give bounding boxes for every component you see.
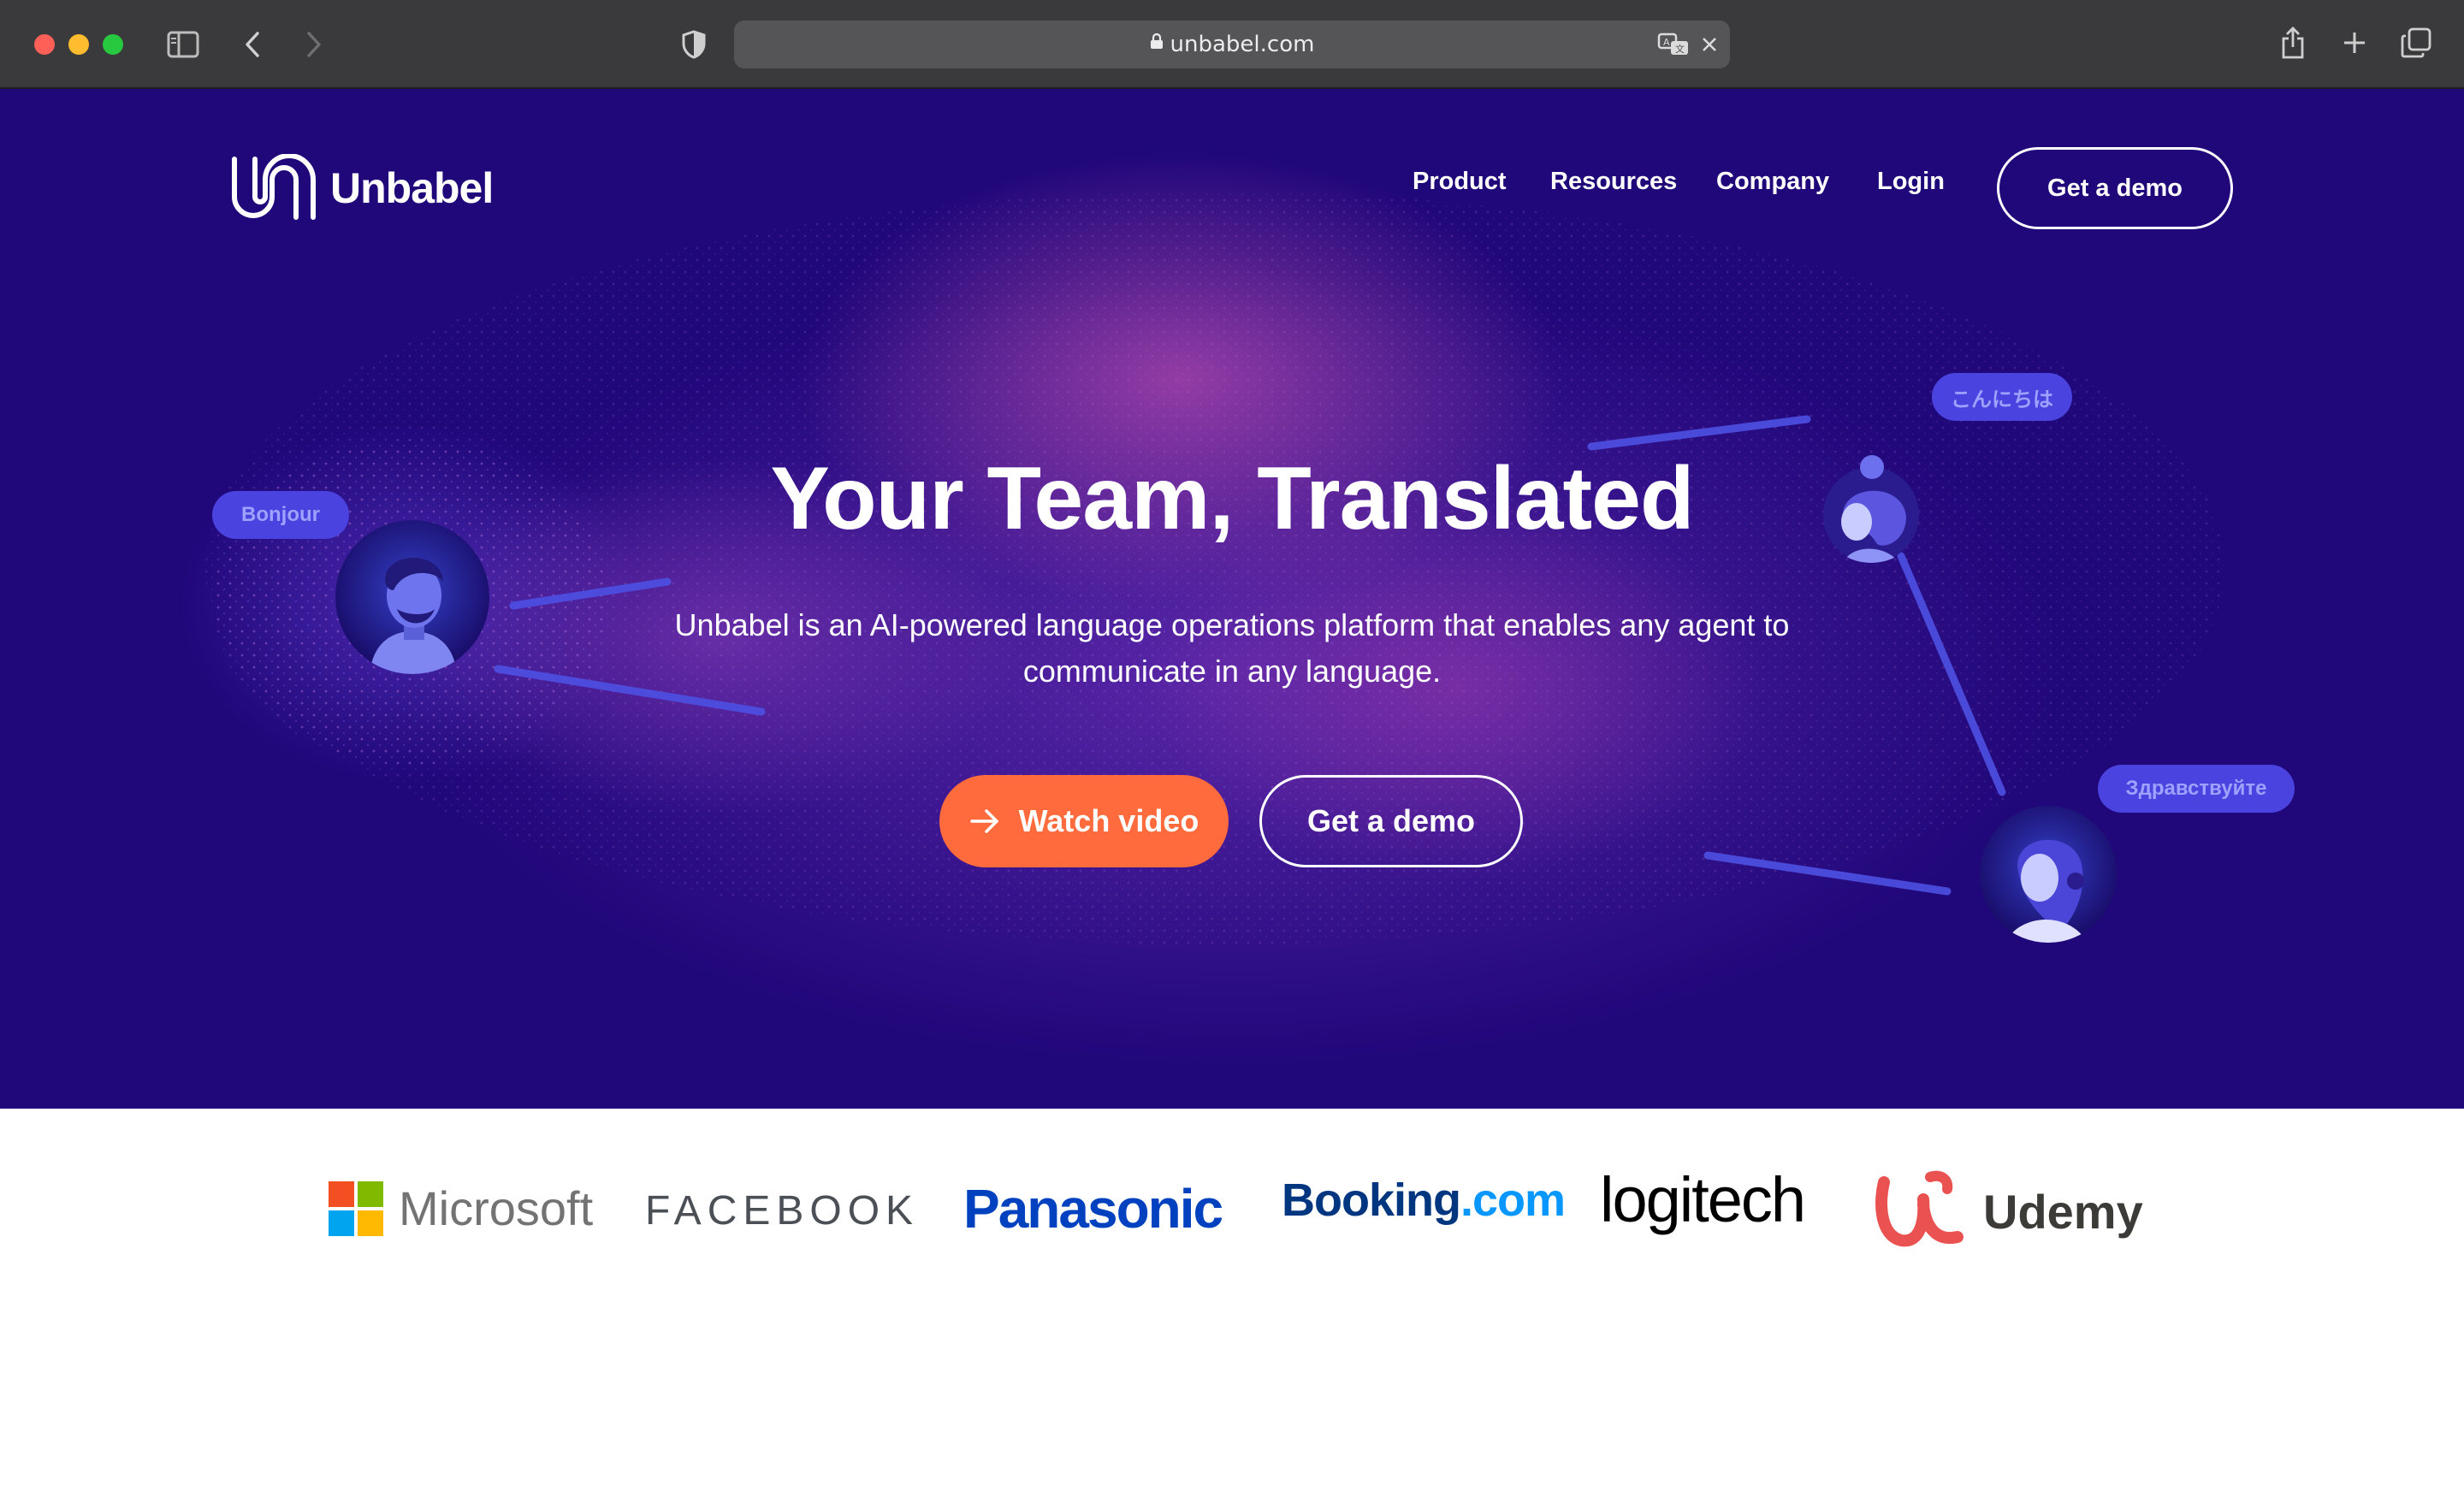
logo-text: Unbabel xyxy=(330,164,494,212)
forward-arrow-icon[interactable] xyxy=(301,27,327,62)
microsoft-wordmark: Microsoft xyxy=(399,1181,594,1235)
nav-product[interactable]: Product xyxy=(1413,168,1507,196)
sidebar-toggle-icon[interactable] xyxy=(166,27,200,62)
client-logos: Microsoft FACEBOOK Panasonic Booking .com… xyxy=(0,1109,2464,1247)
get-demo-button[interactable]: Get a demo xyxy=(1259,775,1523,867)
agent-avatar-woman-top xyxy=(1817,455,1925,563)
new-tab-icon[interactable] xyxy=(2339,27,2370,58)
facebook-logo: FACEBOOK xyxy=(645,1187,919,1234)
udemy-wordmark: Udemy xyxy=(1983,1184,2143,1239)
greeting-tag-russian: Здравствуйте xyxy=(2098,765,2295,813)
hero-subtitle-line2: communicate in any language. xyxy=(1022,654,1442,689)
nav-get-demo-button[interactable]: Get a demo xyxy=(1997,147,2233,229)
microsoft-grid-icon xyxy=(329,1180,383,1236)
url-text: unbabel.com xyxy=(1170,32,1315,57)
unbabel-logo-mark xyxy=(232,154,316,220)
greeting-tag-bonjour: Bonjour xyxy=(212,491,349,539)
nav-login[interactable]: Login xyxy=(1877,168,1945,196)
arrow-right-icon xyxy=(969,809,998,833)
minimize-window-button[interactable] xyxy=(68,34,89,55)
close-window-button[interactable] xyxy=(34,34,55,55)
woman-headset-illustration xyxy=(2005,839,2088,943)
browser-toolbar: unbabel.com A文 xyxy=(0,0,2464,89)
watch-video-button[interactable]: Watch video xyxy=(939,775,1229,867)
booking-logo: Booking .com xyxy=(1282,1174,1566,1227)
nav-resources[interactable]: Resources xyxy=(1550,168,1677,196)
agent-avatar-man xyxy=(335,520,489,674)
lock-icon xyxy=(1150,19,1164,67)
man-illustration xyxy=(370,558,457,674)
hero-subtitle-line1: Unbabel is an AI-powered language operat… xyxy=(674,607,1790,642)
svg-text:A: A xyxy=(1663,37,1670,48)
facebook-wordmark: FACEBOOK xyxy=(645,1188,920,1234)
nav-company[interactable]: Company xyxy=(1716,168,1829,196)
agent-avatar-woman-bottom xyxy=(1980,806,2117,943)
logitech-wordmark: logitech xyxy=(1600,1164,1806,1235)
logitech-logo: logitech xyxy=(1600,1163,1806,1236)
translate-icon[interactable]: A文 xyxy=(1655,29,1692,60)
hero-subtitle: Unbabel is an AI-powered language operat… xyxy=(633,602,1831,695)
hero-section: Unbabel Product Resources Company Login … xyxy=(0,89,2464,1109)
booking-domain: .com xyxy=(1460,1175,1566,1226)
close-icon[interactable] xyxy=(1697,33,1721,56)
tab-overview-icon[interactable] xyxy=(2399,26,2433,60)
greeting-tag-japanese: こんにちは xyxy=(1932,373,2072,421)
address-bar[interactable]: unbabel.com A文 xyxy=(734,21,1730,68)
panasonic-wordmark: Panasonic xyxy=(963,1178,1223,1240)
panasonic-logo: Panasonic xyxy=(963,1177,1223,1240)
udemy-mark-icon xyxy=(1875,1170,1964,1247)
woman-illustration xyxy=(1823,455,1919,563)
privacy-shield-icon[interactable] xyxy=(679,27,708,62)
url-display: unbabel.com xyxy=(734,21,1730,68)
microsoft-logo: Microsoft xyxy=(329,1180,593,1236)
booking-wordmark: Booking xyxy=(1282,1175,1461,1226)
back-arrow-icon[interactable] xyxy=(240,27,265,62)
unbabel-logo[interactable]: Unbabel xyxy=(229,154,494,222)
share-icon[interactable] xyxy=(2277,24,2308,62)
zoom-window-button[interactable] xyxy=(103,34,123,55)
udemy-logo: Udemy xyxy=(1875,1170,2143,1252)
watch-video-label: Watch video xyxy=(1018,803,1199,838)
svg-text:文: 文 xyxy=(1675,43,1685,55)
